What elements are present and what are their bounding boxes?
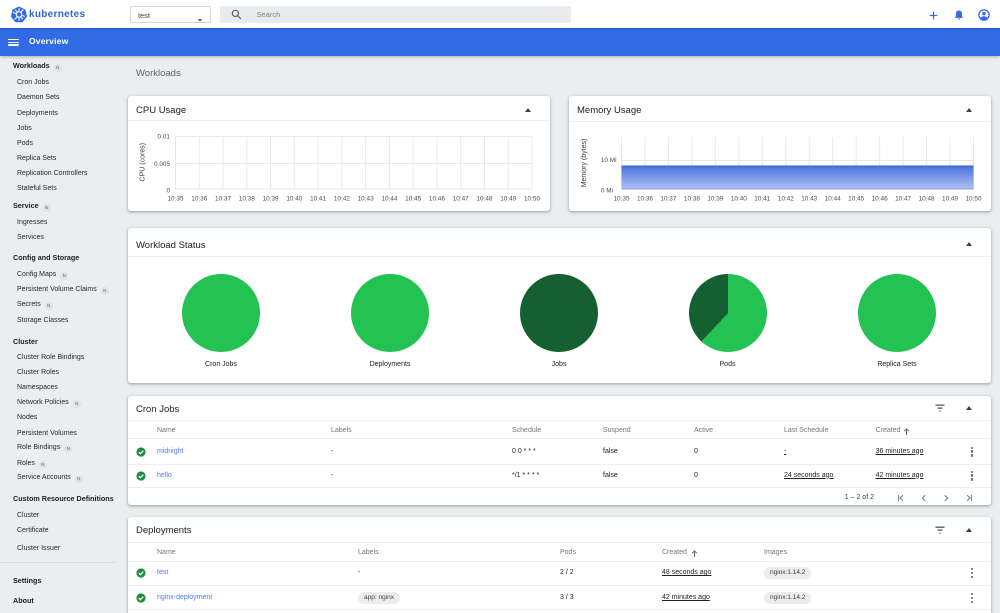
svg-text:10:36: 10:36: [191, 196, 207, 203]
svg-text:10:47: 10:47: [453, 196, 469, 203]
svg-text:10:38: 10:38: [239, 196, 255, 203]
svg-text:0.005: 0.005: [154, 161, 170, 168]
svg-text:0.01: 0.01: [158, 134, 171, 141]
svg-text:10:35: 10:35: [168, 196, 184, 203]
svg-text:10:46: 10:46: [429, 196, 445, 203]
svg-text:10:49: 10:49: [500, 196, 516, 203]
svg-text:10:44: 10:44: [825, 196, 841, 203]
svg-text:CPU (cores): CPU (cores): [140, 143, 147, 182]
svg-text:10:36: 10:36: [637, 196, 653, 203]
svg-text:10:48: 10:48: [919, 196, 935, 203]
svg-text:10:48: 10:48: [476, 196, 492, 203]
svg-text:10:42: 10:42: [334, 196, 350, 203]
svg-text:10 Mi: 10 Mi: [601, 157, 617, 164]
svg-text:10:39: 10:39: [263, 196, 279, 203]
svg-text:10:49: 10:49: [942, 196, 958, 203]
svg-text:10:37: 10:37: [215, 196, 231, 203]
svg-text:10:45: 10:45: [848, 196, 864, 203]
svg-text:10:50: 10:50: [966, 196, 982, 203]
svg-text:Memory (bytes): Memory (bytes): [581, 139, 588, 188]
svg-text:10:46: 10:46: [872, 196, 888, 203]
svg-text:10:41: 10:41: [754, 196, 770, 203]
svg-text:10:40: 10:40: [731, 196, 747, 203]
svg-text:10:41: 10:41: [310, 196, 326, 203]
svg-text:0: 0: [166, 188, 170, 195]
svg-text:10:42: 10:42: [778, 196, 794, 203]
svg-text:10:43: 10:43: [801, 196, 817, 203]
svg-text:10:47: 10:47: [895, 196, 911, 203]
svg-text:10:50: 10:50: [524, 196, 540, 203]
svg-text:10:37: 10:37: [660, 196, 676, 203]
svg-text:10:39: 10:39: [707, 196, 723, 203]
svg-text:0 Mi: 0 Mi: [601, 188, 613, 195]
svg-text:10:38: 10:38: [684, 196, 700, 203]
svg-text:10:45: 10:45: [405, 196, 421, 203]
svg-text:10:35: 10:35: [614, 196, 630, 203]
svg-text:10:40: 10:40: [286, 196, 302, 203]
svg-text:10:43: 10:43: [358, 196, 374, 203]
svg-text:10:44: 10:44: [381, 196, 397, 203]
